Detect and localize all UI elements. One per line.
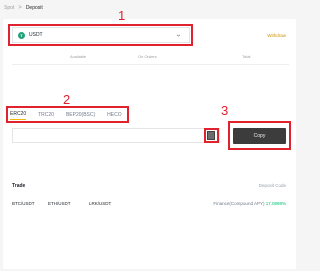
trade-pair-btc-usdt[interactable]: BTC/USDT [12, 201, 35, 206]
tether-icon: T [18, 31, 25, 39]
annotation-marker-2: 2 [63, 92, 71, 107]
finance-label: Finance(Compound APY) [213, 201, 265, 206]
balance-header: Available On Orders Total [12, 54, 289, 62]
trade-pair-eth-usdt[interactable]: ETH/USDT [48, 201, 71, 206]
tab-heco[interactable]: HECO [107, 109, 121, 120]
finance-info[interactable]: Finance(Compound APY) 17.0898% [213, 201, 286, 206]
finance-apy: 17.0898% [265, 201, 286, 206]
breadcrumb-spot[interactable]: Spot [4, 5, 14, 11]
deposit-code-link[interactable]: Deposit Code [259, 183, 286, 188]
breadcrumb-separator: > [18, 5, 22, 11]
balance-header-on-orders: On Orders [138, 54, 157, 59]
balance-header-total: Total [242, 54, 251, 59]
coin-select[interactable]: T USDT [12, 27, 190, 43]
copy-button[interactable]: Copy [233, 128, 286, 144]
withdraw-link[interactable]: Withdraw [267, 33, 286, 38]
deposit-address-field[interactable] [12, 128, 220, 143]
qr-code-icon[interactable] [207, 131, 215, 140]
annotation-marker-1: 1 [118, 8, 126, 23]
tab-trc20[interactable]: TRC20 [38, 109, 54, 120]
tab-erc20[interactable]: ERC20 [10, 109, 27, 120]
annotation-marker-3: 3 [221, 103, 229, 118]
breadcrumb: Spot > Deposit [4, 2, 43, 14]
tab-bep20-bsc[interactable]: BEP20(BSC) [66, 109, 95, 120]
trade-pair-lrk-usdt[interactable]: LRK/USDT [89, 201, 111, 206]
coin-select-value: USDT [29, 32, 43, 38]
network-tabs: ERC20 TRC20 BEP20(BSC) HECO [10, 108, 134, 120]
chevron-down-icon [176, 34, 181, 37]
balance-divider [12, 64, 289, 65]
breadcrumb-current: Deposit [25, 5, 43, 11]
trade-title: Trade [12, 183, 26, 189]
balance-header-available: Available [70, 54, 87, 59]
